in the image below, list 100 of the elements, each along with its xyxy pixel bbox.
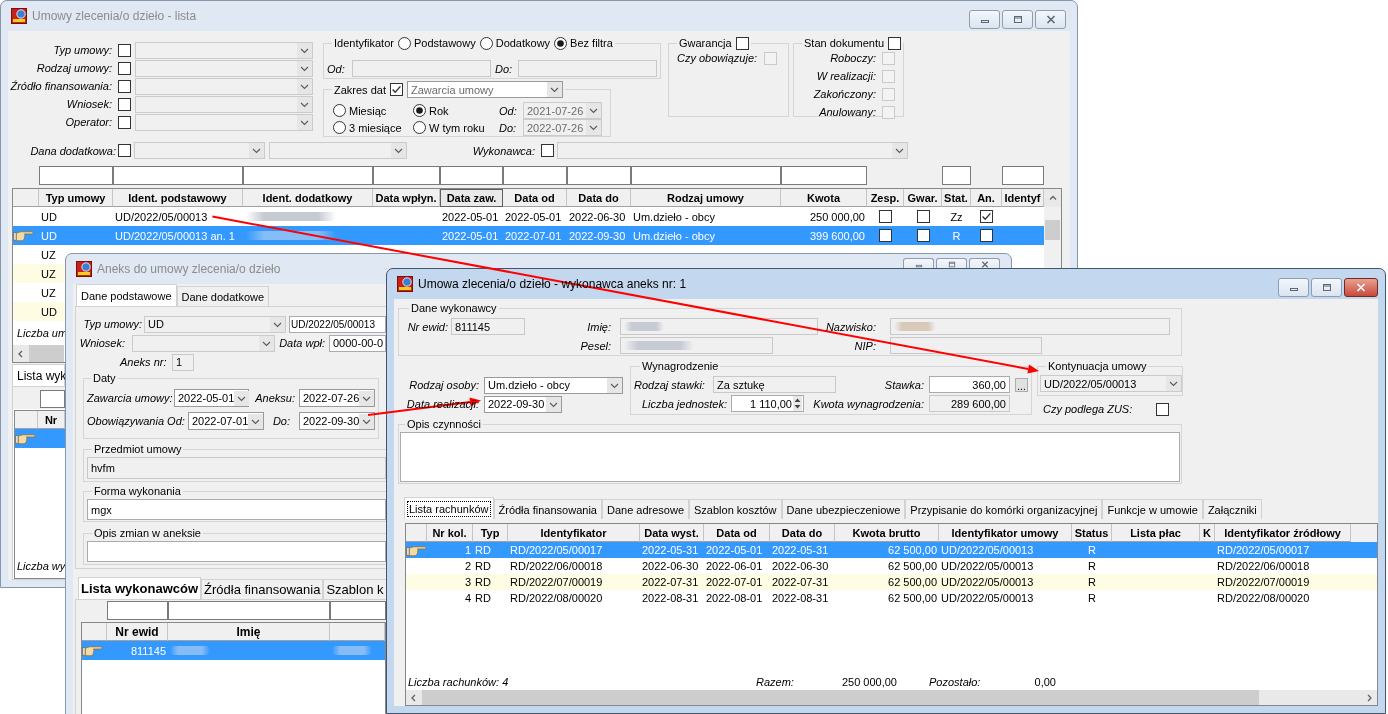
checkbox[interactable] — [118, 97, 131, 111]
text-field[interactable]: 0000-00-0 — [329, 334, 386, 352]
filter-field[interactable] — [168, 601, 330, 620]
tab[interactable]: Szablon k — [323, 579, 387, 599]
filter-field[interactable] — [113, 166, 243, 185]
dropdown[interactable]: Zawarcia umowy — [406, 81, 563, 98]
text-field[interactable]: Za sztukę — [713, 376, 836, 393]
radio-option[interactable]: Bez filtra — [554, 36, 613, 50]
minimize-button[interactable] — [969, 10, 1000, 29]
checkbox[interactable] — [879, 210, 892, 223]
tab[interactable]: Źródła finansowania — [493, 499, 602, 519]
scroll-up-button[interactable] — [1044, 189, 1061, 207]
dropdown[interactable]: 2022-05-01 — [174, 389, 249, 407]
tab[interactable]: Źródła finansowania — [201, 579, 324, 599]
filter-field[interactable] — [40, 390, 65, 408]
tab[interactable]: Lista wykonawców — [78, 577, 202, 599]
checkbox[interactable] — [118, 43, 131, 57]
column-header[interactable]: Data zaw. — [440, 189, 503, 207]
checkbox[interactable] — [118, 115, 131, 129]
text-field[interactable] — [518, 60, 657, 77]
tab[interactable]: Funkcje w umowie — [1102, 499, 1203, 519]
more-button[interactable]: ... — [1015, 377, 1028, 392]
text-field[interactable]: UD/2022/05/00013 — [289, 315, 386, 333]
checkbox[interactable] — [879, 229, 892, 242]
spin-field[interactable]: 1 110,00 — [731, 395, 804, 412]
radio-option[interactable]: Podstawowy — [397, 36, 476, 50]
tab[interactable]: Dane adresowe — [601, 499, 689, 519]
close-button[interactable] — [1344, 278, 1378, 297]
filter-field[interactable] — [1002, 166, 1044, 185]
text-field[interactable]: 811145 — [451, 318, 525, 335]
text-field[interactable]: 289 600,00 — [929, 395, 1010, 412]
filter-field[interactable] — [631, 166, 781, 185]
checkbox[interactable] — [118, 61, 131, 75]
scrollbar-thumb[interactable] — [29, 345, 64, 362]
filter-field[interactable] — [440, 166, 503, 185]
checkbox[interactable] — [735, 36, 749, 50]
filter-field[interactable] — [781, 166, 867, 185]
filter-field[interactable] — [942, 166, 971, 185]
checkbox[interactable] — [980, 229, 993, 242]
filter-field[interactable] — [503, 166, 567, 185]
dropdown[interactable]: 2022-09-30 — [299, 412, 375, 430]
minimize-button[interactable] — [1278, 278, 1309, 297]
text-field[interactable] — [890, 337, 1042, 354]
text-field[interactable]: 1 — [172, 353, 194, 371]
tab[interactable]: Lista wyk — [12, 364, 65, 386]
checkbox[interactable] — [118, 144, 131, 157]
radio-option[interactable]: W tym roku — [413, 121, 499, 134]
scrollbar-thumb[interactable] — [1045, 220, 1060, 240]
maximize-button[interactable] — [936, 258, 967, 268]
checkbox[interactable] — [541, 144, 554, 157]
dropdown[interactable]: 2022-09-30 — [484, 395, 562, 413]
tab[interactable]: Dane dodatkowe — [176, 286, 270, 306]
table-row[interactable]: UZ — [13, 264, 66, 283]
tab[interactable]: Dane ubezpieczeniowe — [781, 499, 906, 519]
maximize-button[interactable] — [1002, 10, 1033, 29]
text-field[interactable] — [400, 432, 1180, 482]
checkbox[interactable] — [118, 79, 131, 93]
dropdown[interactable]: 2022-07-26 — [299, 389, 375, 407]
filter-field[interactable] — [107, 601, 168, 620]
dropdown[interactable]: UD — [144, 315, 286, 333]
table-row[interactable]: UD — [13, 302, 66, 321]
tab[interactable]: Przypisanie do komórki organizacyjnej — [905, 499, 1103, 519]
text-field[interactable] — [352, 60, 491, 77]
close-button[interactable] — [1035, 10, 1066, 29]
checkbox[interactable] — [980, 210, 993, 223]
dropdown[interactable]: UD/2022/05/00013 — [1040, 375, 1182, 392]
text-field[interactable]: hvfm — [87, 457, 386, 479]
close-button[interactable] — [969, 258, 1000, 268]
minimize-button[interactable] — [903, 258, 934, 268]
maximize-button[interactable] — [1311, 278, 1342, 297]
tab[interactable]: Załączniki — [1202, 499, 1262, 519]
radio-option[interactable]: 3 miesiące — [333, 121, 413, 134]
tab[interactable]: Szablon kosztów — [689, 499, 782, 519]
checkbox[interactable] — [916, 210, 930, 223]
radio-option[interactable]: Rok — [413, 104, 499, 117]
text-field[interactable] — [87, 541, 386, 562]
filter-field[interactable] — [567, 166, 631, 185]
table-row[interactable]: 3 RD RD/2022/07/00019 2022-07-31 2022-07-01 2022-07-31 62 500,00 UD/2022/05/00013 R RD/2022/07/00019 — [406, 574, 1377, 590]
checkbox[interactable] — [389, 83, 403, 96]
tab[interactable]: Dane podstawowe — [76, 284, 177, 306]
checkbox[interactable] — [916, 229, 930, 242]
text-field[interactable] — [620, 318, 818, 335]
filter-field[interactable] — [243, 166, 373, 185]
dropdown[interactable]: 2022-07-26 — [523, 119, 602, 136]
text-field[interactable] — [620, 337, 773, 354]
checkbox[interactable] — [1156, 402, 1169, 416]
dropdown[interactable]: 2022-07-01 — [188, 412, 264, 430]
dropdown[interactable]: Um.dzieło - obcy — [484, 376, 623, 394]
filter-field[interactable] — [373, 166, 440, 185]
text-field[interactable]: mgx — [87, 499, 386, 520]
dropdown[interactable]: 2021-07-26 — [523, 102, 602, 119]
filter-field[interactable] — [39, 166, 113, 185]
radio-option[interactable]: Miesiąc — [333, 104, 413, 117]
checkbox[interactable] — [888, 36, 902, 50]
filter-field[interactable] — [330, 601, 386, 620]
radio-option[interactable]: Dodatkowy — [479, 36, 551, 50]
scrollbar-thumb[interactable] — [422, 690, 1259, 705]
text-field[interactable]: 360,00 — [929, 376, 1010, 393]
text-field[interactable] — [890, 318, 1170, 335]
table-row[interactable] — [15, 429, 65, 448]
